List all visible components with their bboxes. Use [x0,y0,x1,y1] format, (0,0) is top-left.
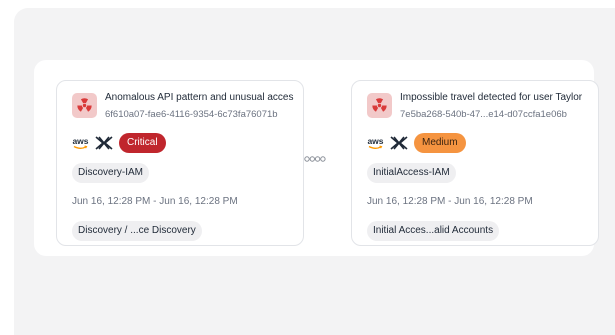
severity-badge: Critical [119,133,166,153]
canvas-panel: Anomalous API pattern and unusual acces … [14,8,615,335]
bowtie-icon [390,136,408,150]
alert-chain: Anomalous API pattern and unusual acces … [34,60,599,256]
radiation-hazard-icon [72,93,97,118]
category-chip: InitialAccess-IAM [367,163,456,183]
radiation-hazard-icon [367,93,392,118]
alert-card-header: Impossible travel detected for user Tayl… [367,91,590,121]
alert-tags: aws Critical [72,132,295,154]
category-chip: Discovery-IAM [72,163,150,183]
alert-card-header: Anomalous API pattern and unusual acces … [72,91,295,121]
aws-label: aws [72,135,89,146]
severity-badge: Medium [414,133,466,153]
aws-logo-icon: aws [367,135,384,151]
alert-time-range: Jun 16, 12:28 PM - Jun 16, 12:28 PM [72,196,238,207]
alert-tags: aws Medium [367,132,590,154]
alert-card-medium[interactable]: Impossible travel detected for user Tayl… [351,80,599,246]
alert-title: Impossible travel detected for user Tayl… [400,92,583,103]
alert-card-critical[interactable]: Anomalous API pattern and unusual acces … [56,80,304,246]
technique-chip: Initial Acces...alid Accounts [367,221,500,241]
bowtie-icon [95,136,113,150]
alert-time-range: Jun 16, 12:28 PM - Jun 16, 12:28 PM [367,196,533,207]
aws-logo-icon: aws [72,135,89,151]
aws-label: aws [367,135,384,146]
technique-chip: Discovery / ...ce Discovery [72,221,202,241]
alert-id: 6f610a07-fae6-4116-9354-6c73fa76071b [105,109,278,120]
alert-id: 7e5ba268-540b-47...e14-d07ccfa1e06b [400,109,567,120]
alert-title: Anomalous API pattern and unusual acces [105,92,294,103]
chain-link-icon [304,156,326,162]
